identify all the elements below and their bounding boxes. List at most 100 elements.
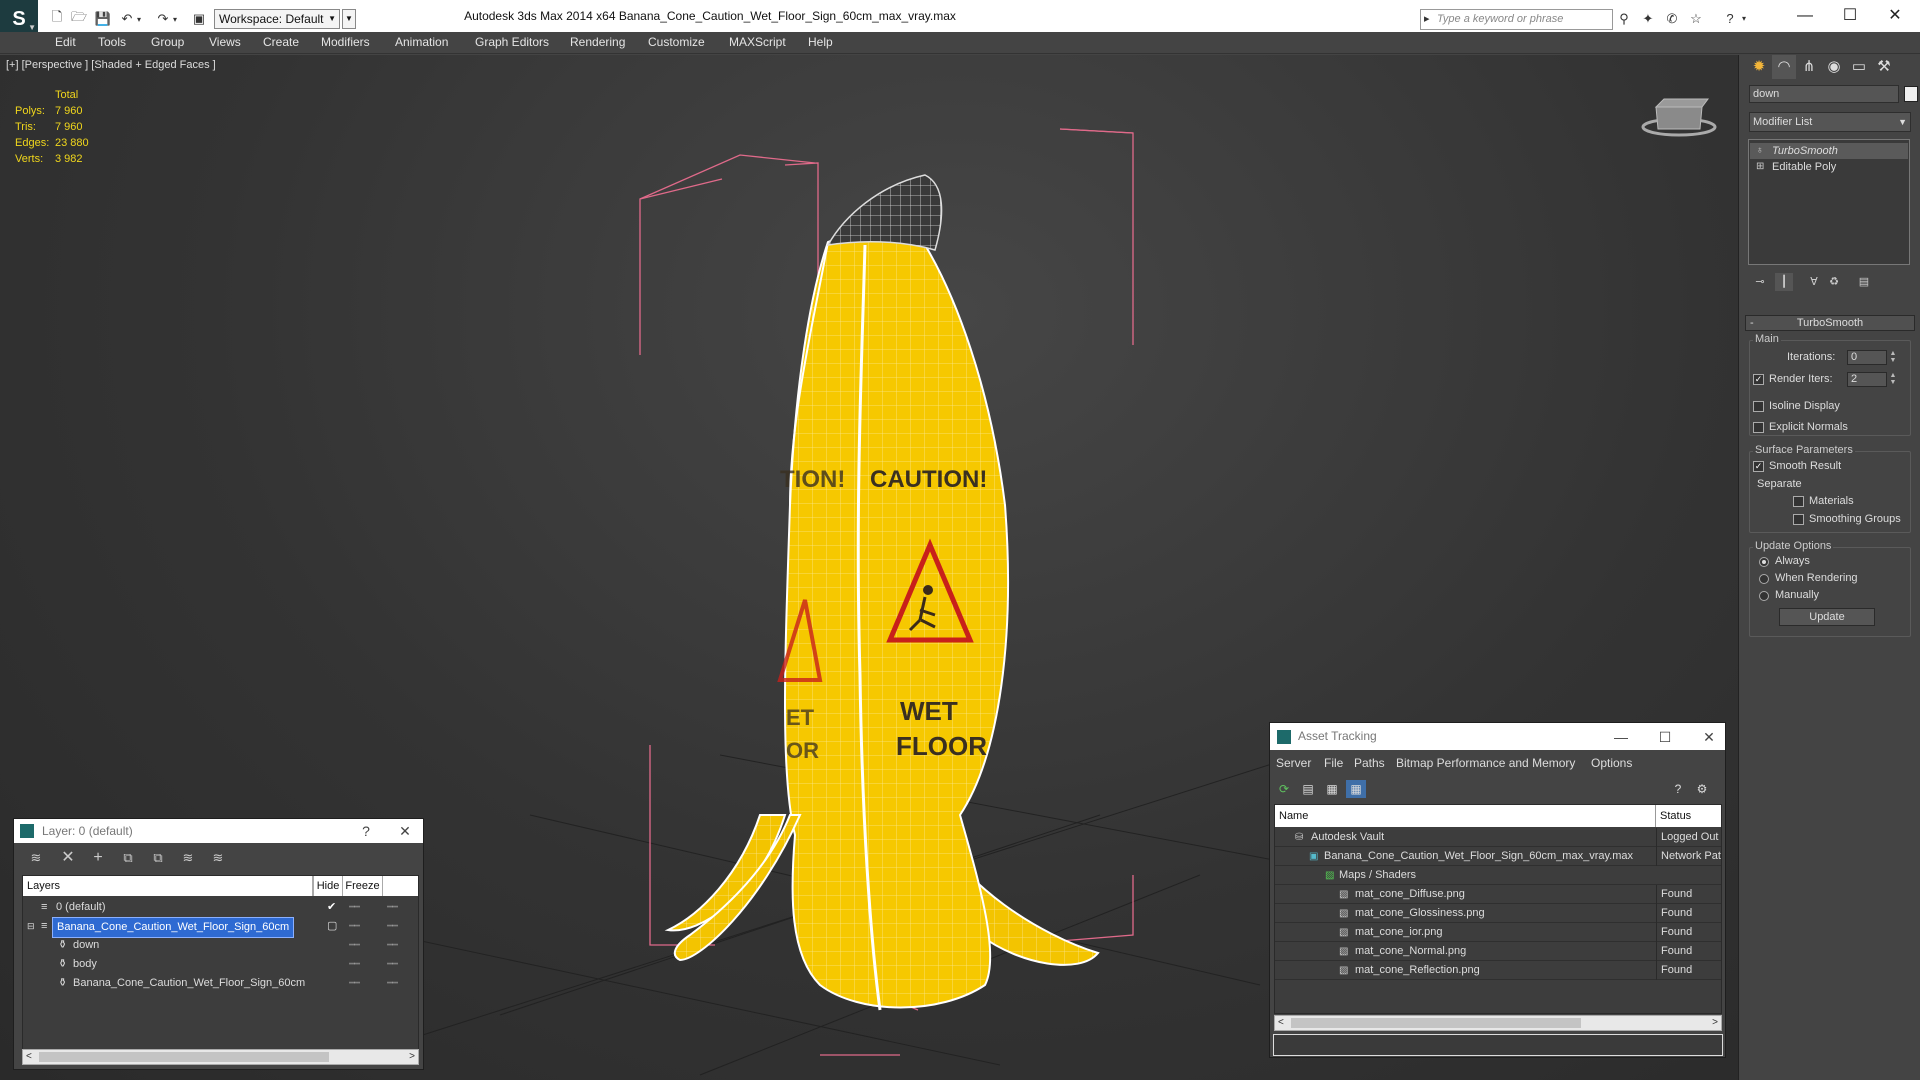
expand-plus-icon[interactable]: ⊞	[1756, 159, 1764, 175]
always-radio[interactable]	[1759, 557, 1769, 567]
hide-toggle[interactable]: ┅┅	[349, 917, 360, 936]
asset-row[interactable]: ▧ mat_cone_ior.png Found	[1275, 923, 1721, 942]
menu-group[interactable]: Group	[151, 35, 184, 49]
list-view-icon[interactable]: ▤	[1298, 780, 1318, 798]
isoline-display-checkbox[interactable]	[1753, 401, 1764, 412]
layer-row[interactable]: ≡ 0 (default) ✔ ┅┅ ┅┅	[23, 898, 418, 917]
freeze-column-header[interactable]: Freeze	[343, 876, 383, 896]
help-icon[interactable]: ?	[1721, 10, 1739, 28]
layer-list[interactable]: Layers Hide Freeze ≡ 0 (default) ✔ ┅┅ ┅┅…	[22, 875, 419, 1065]
select-layer-icon[interactable]: ⧉	[148, 849, 168, 867]
hide-all-layers-icon[interactable]: ≋	[208, 849, 228, 867]
favorites-star-icon[interactable]: ☆	[1687, 10, 1705, 28]
scrollbar-thumb[interactable]	[1291, 1018, 1581, 1028]
asset-row[interactable]: ▨ Maps / Shaders	[1275, 866, 1721, 885]
hide-toggle[interactable]: ┅┅	[349, 936, 360, 955]
communication-icon[interactable]: ✆	[1663, 10, 1681, 28]
detail-view-icon[interactable]: ▦	[1322, 780, 1342, 798]
help-dropdown-icon[interactable]: ▾	[1739, 10, 1749, 28]
close-button[interactable]: ✕	[394, 819, 416, 843]
menu-maxscript[interactable]: MAXScript	[729, 35, 786, 49]
collapse-minus-icon[interactable]: ⊟	[27, 917, 35, 936]
render-iters-spinner[interactable]: 2	[1847, 372, 1887, 387]
update-button[interactable]: Update	[1779, 608, 1875, 626]
help-button[interactable]: ?	[355, 819, 377, 843]
name-column-header[interactable]: Name	[1275, 805, 1656, 827]
add-layer-icon[interactable]: +	[88, 849, 108, 867]
menu-bitmap-performance[interactable]: Bitmap Performance and Memory	[1396, 756, 1575, 770]
set-current-icon[interactable]: ▢	[327, 917, 337, 936]
menu-options[interactable]: Options	[1591, 756, 1632, 770]
hide-column-header[interactable]: Hide	[313, 876, 343, 896]
scrollbar-thumb[interactable]	[39, 1052, 329, 1062]
hide-toggle[interactable]: ┅┅	[349, 974, 360, 993]
object-row[interactable]: ⚱ Banana_Cone_Caution_Wet_Floor_Sign_60c…	[23, 974, 418, 993]
binoculars-icon[interactable]: ⚲	[1615, 10, 1633, 28]
horizontal-scrollbar[interactable]: < >	[22, 1049, 419, 1065]
current-layer-check-icon[interactable]: ✔	[327, 898, 336, 917]
delete-layer-icon[interactable]: ✕	[58, 849, 78, 867]
subscription-icon[interactable]: ✦	[1639, 10, 1657, 28]
settings-icon[interactable]: ⚙	[1692, 780, 1712, 798]
spinner-arrows-icon[interactable]: ▲ ▼	[1889, 372, 1897, 387]
layer-row-selected[interactable]: ⊟ ≡ Banana_Cone_Caution_Wet_Floor_Sign_6…	[23, 917, 418, 938]
menu-rendering[interactable]: Rendering	[570, 35, 625, 49]
asset-row[interactable]: ▣ Banana_Cone_Caution_Wet_Floor_Sign_60c…	[1275, 847, 1721, 866]
menu-file[interactable]: File	[1324, 756, 1343, 770]
freeze-toggle[interactable]: ┅┅	[387, 898, 398, 917]
modifier-list-dropdown[interactable]: Modifier List ▼	[1749, 112, 1911, 132]
object-color-swatch[interactable]	[1904, 86, 1918, 102]
layers-stack-icon[interactable]: ≋	[26, 849, 46, 867]
freeze-toggle[interactable]: ┅┅	[387, 955, 398, 974]
manually-radio[interactable]	[1759, 591, 1769, 601]
modify-tab-icon[interactable]: ◠	[1772, 55, 1796, 79]
refresh-icon[interactable]: ⟳	[1274, 780, 1294, 798]
asset-row[interactable]: ▧ mat_cone_Diffuse.png Found	[1275, 885, 1721, 904]
asset-row[interactable]: ▧ mat_cone_Reflection.png Found	[1275, 961, 1721, 980]
object-row[interactable]: ⚱ down ┅┅ ┅┅	[23, 936, 418, 955]
maximize-button[interactable]: ☐	[1654, 725, 1676, 749]
menu-views[interactable]: Views	[209, 35, 241, 49]
freeze-toggle[interactable]: ┅┅	[387, 974, 398, 993]
show-end-result-icon[interactable]: ┃	[1775, 273, 1793, 291]
render-iters-checkbox[interactable]: ✓	[1753, 374, 1764, 385]
make-unique-icon[interactable]: ∀	[1805, 273, 1823, 291]
modifier-stack[interactable]: ♁ TurboSmooth ⊞ Editable Poly	[1748, 139, 1910, 265]
minimize-button[interactable]: —	[1610, 725, 1632, 749]
search-input[interactable]: ▸ Type a keyword or phrase	[1420, 9, 1613, 30]
status-column-header[interactable]: Status	[1656, 805, 1721, 827]
viewport-label[interactable]: [+] [Perspective ] [Shaded + Edged Faces…	[6, 59, 216, 71]
asset-row[interactable]: ▧ mat_cone_Glossiness.png Found	[1275, 904, 1721, 923]
close-button[interactable]: ✕	[1881, 6, 1909, 26]
spinner-arrows-icon[interactable]: ▲ ▼	[1889, 350, 1897, 365]
create-tab-sun-icon[interactable]: ✹	[1747, 55, 1771, 79]
asset-row[interactable]: ⛁ Autodesk Vault Logged Out	[1275, 828, 1721, 847]
object-row[interactable]: ⚱ body ┅┅ ┅┅	[23, 955, 418, 974]
asset-window-titlebar[interactable]: Asset Tracking — ☐ ✕	[1270, 723, 1725, 750]
asset-table[interactable]: Name Status ⛁ Autodesk Vault Logged Out …	[1274, 804, 1722, 1014]
layers-column-header[interactable]: Layers	[23, 876, 313, 896]
horizontal-scrollbar[interactable]: < >	[1274, 1015, 1722, 1031]
smooth-result-checkbox[interactable]: ✓	[1753, 461, 1764, 472]
close-button[interactable]: ✕	[1698, 725, 1720, 749]
configure-modifier-sets-icon[interactable]: ▤	[1855, 273, 1873, 291]
menu-server[interactable]: Server	[1276, 756, 1311, 770]
motion-tab-icon[interactable]: ◉	[1822, 55, 1846, 79]
pin-stack-icon[interactable]: ⊸	[1751, 273, 1769, 291]
hierarchy-tab-icon[interactable]: ⋔	[1797, 55, 1821, 79]
layer-window-titlebar[interactable]: Layer: 0 (default) ? ✕	[14, 819, 423, 843]
menu-help[interactable]: Help	[808, 35, 833, 49]
smoothing-groups-checkbox[interactable]	[1793, 514, 1804, 525]
lightbulb-icon[interactable]: ♁	[1756, 143, 1764, 159]
display-tab-icon[interactable]: ▭	[1847, 55, 1871, 79]
menu-edit[interactable]: Edit	[55, 35, 76, 49]
set-current-layer-icon[interactable]: ≋	[178, 849, 198, 867]
object-name-field[interactable]: down	[1749, 85, 1899, 103]
menu-modifiers[interactable]: Modifiers	[321, 35, 370, 49]
hide-toggle[interactable]: ┅┅	[349, 898, 360, 917]
scroll-left-icon[interactable]: <	[1278, 1016, 1284, 1030]
freeze-toggle[interactable]: ┅┅	[387, 936, 398, 955]
utilities-tab-icon[interactable]: ⚒	[1872, 55, 1896, 79]
menu-tools[interactable]: Tools	[98, 35, 126, 49]
turbosmooth-rollout-header[interactable]: - TurboSmooth	[1745, 315, 1915, 331]
